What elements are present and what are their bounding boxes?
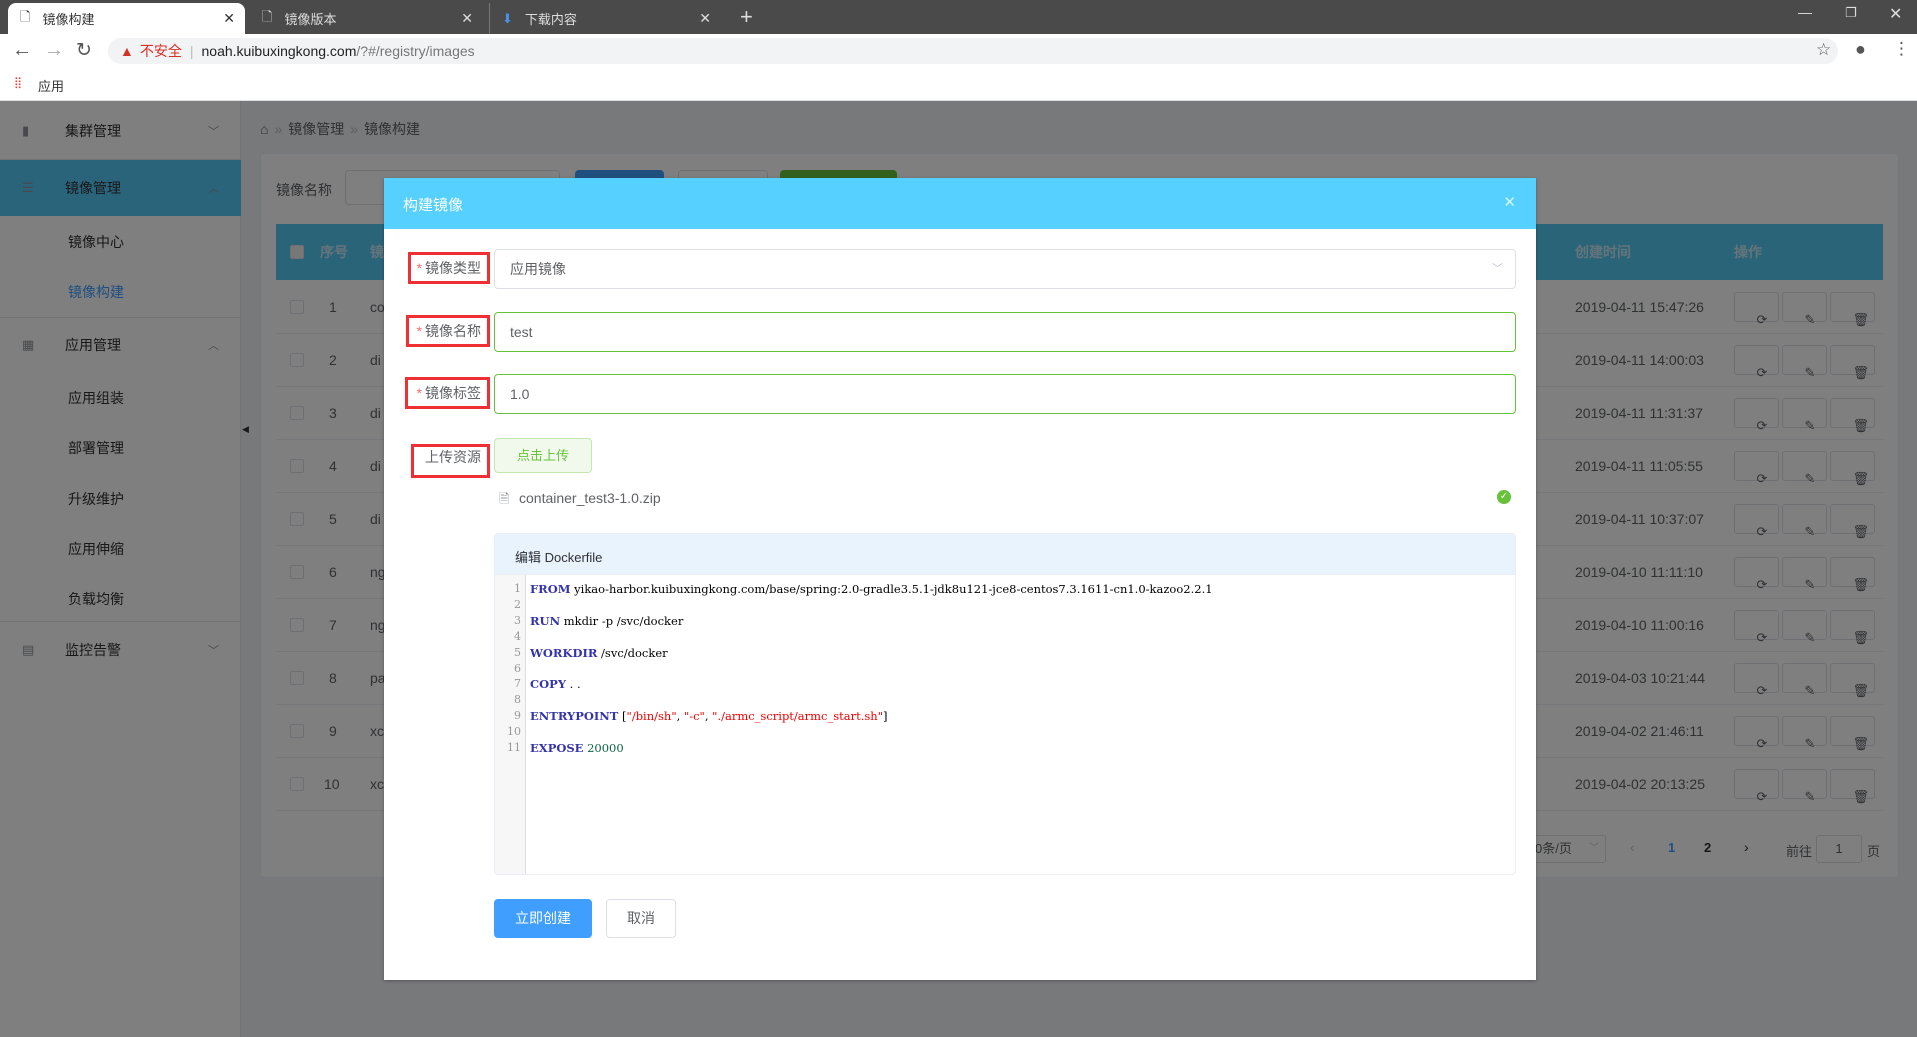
code-line: FROM yikao-harbor.kuibuxingkong.com/base…: [530, 582, 1213, 596]
page-icon: 🗋: [262, 8, 273, 24]
code-line: ENTRYPOINT ["/bin/sh", "-c", "./armc_scr…: [530, 709, 888, 724]
bookmarks-bar: ⣿ 应用: [0, 68, 1917, 101]
line-number: 8: [514, 693, 521, 707]
line-number: 2: [514, 597, 521, 611]
line-number: 5: [514, 645, 521, 659]
line-number: 10: [507, 725, 521, 739]
image-name-input[interactable]: test: [494, 312, 1516, 352]
line-number: 1: [514, 582, 521, 595]
code-line: EXPOSE 20000: [530, 741, 624, 755]
image-tag-label: * 镜像标签: [405, 377, 490, 409]
new-tab-button[interactable]: +: [740, 4, 753, 30]
back-icon[interactable]: ←: [12, 39, 32, 62]
line-number: 6: [514, 661, 521, 675]
tab-downloads[interactable]: ⬇ 下载内容 ✕: [489, 3, 721, 34]
tab-image-version[interactable]: 🗋 镜像版本 ✕: [250, 3, 483, 34]
star-icon[interactable]: ☆: [1816, 40, 1831, 60]
address-bar-row: ← → ↻ ▲ 不安全 | noah.kuibuxingkong.com/?#/…: [0, 34, 1917, 68]
upload-button[interactable]: 点击上传: [494, 438, 592, 473]
uploaded-file-name[interactable]: container_test3-1.0.zip: [519, 490, 661, 506]
close-icon[interactable]: ✕: [223, 10, 235, 27]
apps-icon: ⣿: [14, 77, 22, 89]
forward-icon[interactable]: →: [44, 39, 64, 62]
url-input[interactable]: ▲ 不安全 | noah.kuibuxingkong.com/?#/regist…: [108, 38, 1838, 64]
download-icon: ⬇: [502, 10, 513, 26]
image-type-label: * 镜像类型: [408, 252, 490, 284]
chevron-down-icon: ﹀: [1492, 263, 1503, 275]
account-icon[interactable]: ●: [1855, 39, 1866, 60]
code-line: WORKDIR /svc/docker: [530, 645, 668, 660]
file-icon: 🗎: [499, 491, 510, 506]
build-image-dialog: 构建镜像 ✕ * 镜像类型 应用镜像 ﹀ * 镜像名称 test * 镜像标签 1.0 …: [384, 178, 1536, 980]
line-number: 3: [514, 613, 521, 627]
line-number: 9: [514, 709, 521, 723]
code-line: RUN mkdir -p /svc/docker: [530, 613, 684, 628]
close-window-button[interactable]: ✕: [1889, 4, 1902, 24]
dialog-header: 构建镜像 ✕: [384, 178, 1536, 229]
warning-icon: ▲: [120, 43, 134, 59]
dockerfile-editor[interactable]: 编辑 Dockerfile 1 FROM yikao-harbor.kuibuxi…: [494, 533, 1516, 875]
reload-icon[interactable]: ↻: [76, 39, 92, 62]
restore-button[interactable]: ❐: [1845, 5, 1857, 21]
close-icon[interactable]: ✕: [699, 10, 711, 27]
browser-tab-bar: 🗋 镜像构建 ✕ 🗋 镜像版本 ✕ ⬇ 下载内容 ✕ + — ❐ ✕: [0, 0, 1917, 34]
image-tag-input[interactable]: 1.0: [494, 374, 1516, 414]
dialog-title: 构建镜像: [403, 197, 464, 214]
upload-label: 上传资源: [411, 444, 490, 478]
minimize-button[interactable]: —: [1798, 4, 1812, 20]
cancel-button[interactable]: 取消: [606, 899, 676, 938]
code-line: COPY . .: [530, 677, 581, 692]
line-number: 7: [514, 677, 521, 691]
tab-image-build[interactable]: 🗋 镜像构建 ✕: [8, 3, 245, 34]
close-icon[interactable]: ✕: [1503, 193, 1516, 211]
line-number: 4: [514, 629, 521, 643]
image-name-label: * 镜像名称: [406, 315, 490, 347]
line-number: 11: [507, 741, 521, 754]
close-icon[interactable]: ✕: [461, 10, 473, 27]
menu-icon[interactable]: ⋮: [1893, 39, 1910, 59]
bookmark-apps[interactable]: 应用: [38, 76, 64, 95]
create-now-button[interactable]: 立即创建: [494, 899, 592, 938]
page-icon: 🗋: [20, 8, 31, 24]
success-check-icon: ✓: [1497, 490, 1511, 504]
editor-title: 编辑 Dockerfile: [515, 550, 603, 565]
image-type-select[interactable]: 应用镜像 ﹀: [494, 249, 1516, 289]
